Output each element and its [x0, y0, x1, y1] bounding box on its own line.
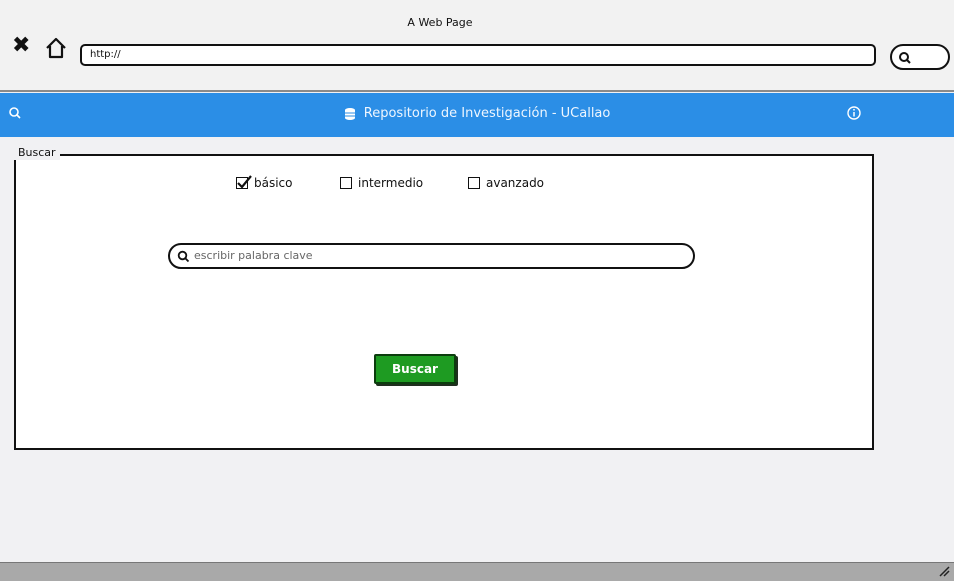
search-panel	[14, 154, 874, 450]
check-icon	[237, 175, 252, 189]
resize-grip-icon[interactable]	[938, 565, 950, 577]
checkbox-label: básico	[254, 176, 293, 190]
search-icon	[899, 52, 911, 64]
info-icon[interactable]	[846, 105, 862, 121]
app-header: Repositorio de Investigación - UCallao	[0, 93, 954, 137]
checkbox-checked[interactable]	[236, 175, 252, 189]
checkbox-unchecked[interactable]	[468, 177, 480, 189]
search-icon	[177, 250, 190, 263]
keyword-input[interactable]	[194, 249, 664, 262]
checkbox-avanzado[interactable]: avanzado	[468, 176, 544, 190]
browser-chrome: A Web Page ✖ http://	[0, 0, 954, 92]
close-icon[interactable]: ✖	[12, 34, 30, 58]
browser-search-button[interactable]	[890, 44, 950, 70]
checkbox-label: avanzado	[486, 176, 545, 190]
database-icon	[344, 107, 355, 120]
search-submit-button[interactable]: Buscar	[374, 354, 456, 384]
status-bar	[0, 562, 954, 581]
header-title-text: Repositorio de Investigación - UCallao	[363, 106, 611, 121]
home-icon[interactable]	[44, 36, 68, 60]
checkbox-basico[interactable]: básico	[236, 175, 293, 190]
search-panel-legend: Buscar	[14, 146, 60, 160]
url-bar[interactable]: http://	[80, 44, 876, 66]
checkbox-unchecked[interactable]	[340, 177, 352, 189]
checkbox-intermedio[interactable]: intermedio	[340, 176, 423, 190]
url-text: http://	[90, 49, 121, 60]
window-title: A Web Page	[407, 16, 473, 29]
keyword-search-field[interactable]	[168, 243, 695, 269]
page-title: Repositorio de Investigación - UCallao	[0, 106, 954, 121]
level-checkboxes: básico intermedio avanzado	[0, 175, 954, 196]
checkbox-label: intermedio	[358, 176, 424, 190]
